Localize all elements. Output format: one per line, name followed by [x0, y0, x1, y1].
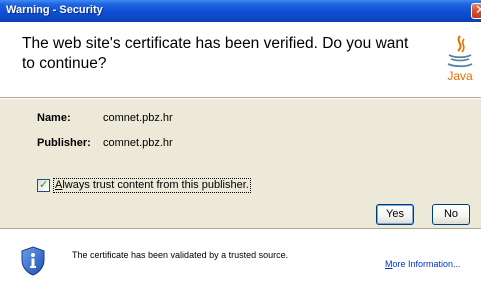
name-label: Name:: [37, 112, 71, 124]
always-trust-label[interactable]: Always trust content from this publisher…: [53, 178, 251, 193]
title-bar[interactable]: Warning - Security ✕: [0, 0, 481, 22]
yes-button[interactable]: Yes: [376, 204, 414, 225]
window-title: Warning - Security: [6, 4, 103, 16]
more-information-link[interactable]: More Information...: [385, 259, 461, 269]
always-trust-checkbox[interactable]: ✓: [37, 178, 50, 192]
publisher-label: Publisher:: [37, 137, 91, 149]
certificate-status-text: The certificate has been validated by a …: [72, 250, 289, 260]
close-icon: ✕: [475, 3, 481, 18]
warning-message: The web site's certificate has been veri…: [22, 35, 409, 72]
shield-info-icon: [21, 246, 45, 276]
no-button[interactable]: No: [432, 204, 470, 225]
java-coffee-cup-icon: Java: [447, 35, 473, 83]
dialog-header: The web site's certificate has been veri…: [0, 22, 481, 97]
details-panel: Name: comnet.pbz.hr Publisher: comnet.pb…: [0, 99, 481, 228]
close-button[interactable]: ✕: [471, 3, 481, 19]
checkmark-icon: ✓: [39, 178, 49, 191]
dialog-footer: The certificate has been validated by a …: [0, 230, 481, 289]
name-value: comnet.pbz.hr: [103, 112, 173, 124]
publisher-value: comnet.pbz.hr: [103, 137, 173, 149]
java-logo-text: Java: [447, 69, 473, 83]
